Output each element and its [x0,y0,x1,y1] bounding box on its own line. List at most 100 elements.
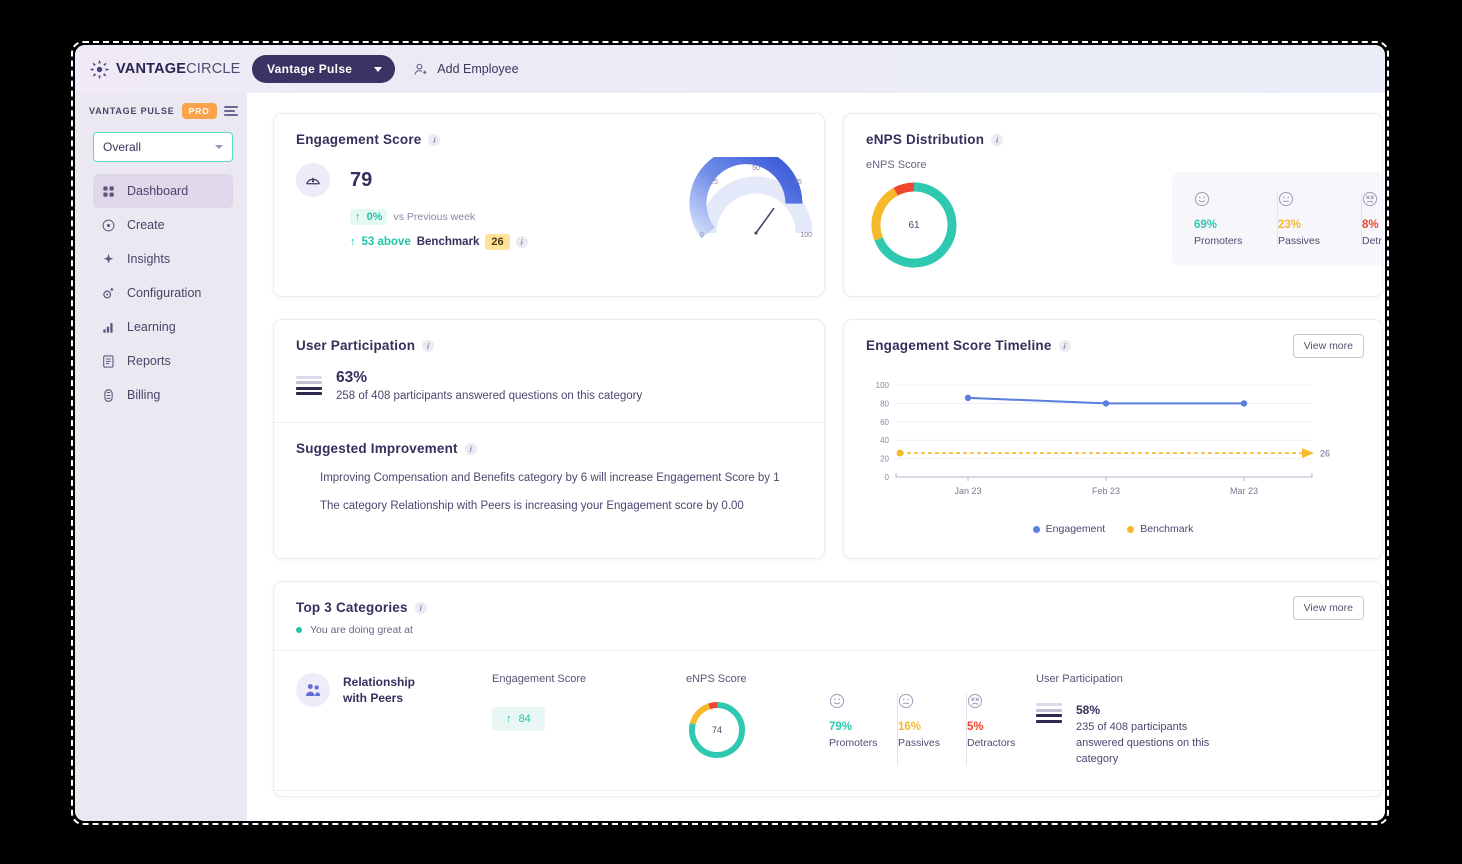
engagement-score-body: 79 ↑ 0% vs Previous week ↑ 53 above Benc… [296,147,813,259]
product-switcher-pill[interactable]: Vantage Pulse [252,55,396,83]
top3-participation-header: User Participation [1036,673,1123,685]
engagement-gauge-chart: 0 25 50 75 100 [686,147,826,259]
suggested-improvement-title: Suggested Improvement i [296,441,802,456]
sidebar-product-label: VANTAGE PULSE [89,106,175,116]
info-icon[interactable]: i [422,339,435,352]
sidebar-item-reports[interactable]: Reports [93,344,233,378]
participation-percent: 63% [336,369,368,386]
benchmark-value: 26 [485,234,510,250]
add-employee-label: Add Employee [437,62,519,76]
top3-category-row: Relationship with Peers Engagement Score ↑ … [296,651,1360,768]
enps-legend-name: Passives [898,737,941,749]
top3-engagement-chip: ↑ 84 [492,707,545,731]
svg-text:61: 61 [908,220,920,231]
speedometer-icon [296,163,330,197]
week-change-chip: ↑ 0% [350,209,388,225]
y-axis-tick-label: 0 [885,473,890,482]
top3-participation-percent: 58% [1076,703,1101,717]
top3-rows: Relationship with Peers Engagement Score ↑ … [274,651,1382,791]
gauge-tick-label: 50 [752,165,760,172]
legend-entry: Benchmark [1127,523,1193,535]
y-axis-tick-label: 20 [880,455,889,464]
info-icon[interactable]: i [1058,339,1071,352]
top3-title: Top 3 Categories i [296,600,1360,615]
gauge-tick-label: 25 [710,179,718,186]
sidebar-item-dashboard[interactable]: Dashboard [93,174,233,208]
smiley-happy-icon [829,693,845,709]
info-icon[interactable]: i [414,601,427,614]
benchmark-delta: 53 above [361,236,411,248]
enps-title-text: eNPS Distribution [866,132,985,147]
plus-circle-icon [102,219,115,231]
engagement-data-point [964,394,972,402]
hamburger-icon[interactable] [223,105,238,117]
engagement-score-headline: 79 [296,163,686,197]
sidebar-item-configuration[interactable]: Configuration [93,276,233,310]
enps-body: 61 69% Promoters 23% Passives 8% Detractors [866,172,1382,273]
brand-name: VANTAGECIRCLE [116,61,241,77]
info-icon[interactable]: i [428,133,441,146]
engagement-timeline-card: Engagement Score Timeline i View more 10… [843,319,1383,559]
gauge-svg: 0 25 50 75 100 [689,147,813,239]
enps-legend-pct: 8% [1362,219,1379,231]
top3-view-more-button[interactable]: View more [1292,596,1364,620]
category-line-1: Relationship [343,674,416,689]
gauge-tick-label: 75 [794,179,802,186]
sidebar-item-learning[interactable]: Learning [93,310,233,344]
donut-segment [708,701,718,710]
scope-filter-select[interactable]: Overall [93,132,233,162]
enps-legend-cell: 79% Promoters [829,693,898,766]
info-icon[interactable]: i [515,236,528,248]
sidebar-item-label: Insights [127,252,171,266]
sidebar-item-label: Reports [127,354,171,368]
x-axis-tick-label: Mar 23 [1230,486,1258,496]
top3-participation-description: 235 of 408 participants answered questio… [1076,721,1210,765]
info-icon[interactable]: i [464,442,477,455]
top-navigation-bar: VANTAGECIRCLE Vantage Pulse Add Employee [75,45,1385,93]
enps-legend-cell: 69% Promoters [1194,191,1278,247]
gauge-tick-label: 100 [800,232,812,239]
top3-title-text: Top 3 Categories [296,600,408,615]
enps-legend-name: Promoters [829,737,878,749]
sidebar-item-insights[interactable]: Insights [93,242,233,276]
smiley-happy-icon [1194,191,1210,207]
dashboard-row-2: User Participation i 63% 258 of 408 part… [273,319,1385,559]
sidebar-header: VANTAGE PULSE PRO [75,93,247,129]
brand-logo-area[interactable]: VANTAGECIRCLE [89,59,247,80]
enps-legend-pct: 16% [898,721,922,733]
plan-badge: PRO [181,103,217,119]
y-axis-tick-label: 60 [880,418,889,427]
benchmark-end-label: 26 [1320,449,1330,459]
bullet-dot-icon [296,627,302,633]
x-axis [895,473,1313,478]
info-icon[interactable]: i [991,133,1004,146]
benchmark-start-dot [896,449,904,457]
sparkle-icon [103,253,114,264]
sidebar-nav-list: Dashboard Create Insights Configuration Lear… [75,174,247,412]
timeline-view-more-button[interactable]: View more [1292,334,1364,358]
enps-legend-name: Detractors [967,737,1016,749]
sidebar-item-label: Billing [127,388,161,402]
timeline-title: Engagement Score Timeline i [866,338,1360,353]
engagement-benchmark-row: ↑ 53 above Benchmark 26 i [350,234,686,250]
week-change-caption: vs Previous week [393,211,476,223]
enps-legend-cell: 8% Detractors [1362,191,1382,247]
grid-icon [103,185,114,197]
y-axis-tick-label: 40 [880,436,889,445]
category-line-2: with Peers [343,691,404,705]
top3-note: You are doing great at [296,624,1360,636]
enps-legend-cell: 5% Detractors [967,693,1036,766]
product-switcher-label: Vantage Pulse [267,62,353,76]
smiley-sad-icon [967,693,983,709]
dashboard-row-3: Top 3 Categories i View more You are doi… [273,581,1385,797]
enps-legend-cell: 16% Passives [898,693,967,766]
dashboard-row-1: Engagement Score i 79 ↑ 0% vs Previous w… [273,113,1385,297]
add-employee-button[interactable]: Add Employee [413,61,519,78]
suggestion-item: The category Relationship with Peers is … [320,500,744,512]
enps-legend-panel: 69% Promoters 23% Passives 8% Detractors [1172,172,1382,266]
top3-enps-donut-chart: 74 [689,701,745,758]
sidebar-item-create[interactable]: Create [93,208,233,242]
enps-distribution-card: eNPS Distribution i eNPS Score 61 69% Pro… [843,113,1383,297]
enps-legend-pct: 79% [829,721,853,733]
sidebar-item-billing[interactable]: Billing [93,378,233,412]
